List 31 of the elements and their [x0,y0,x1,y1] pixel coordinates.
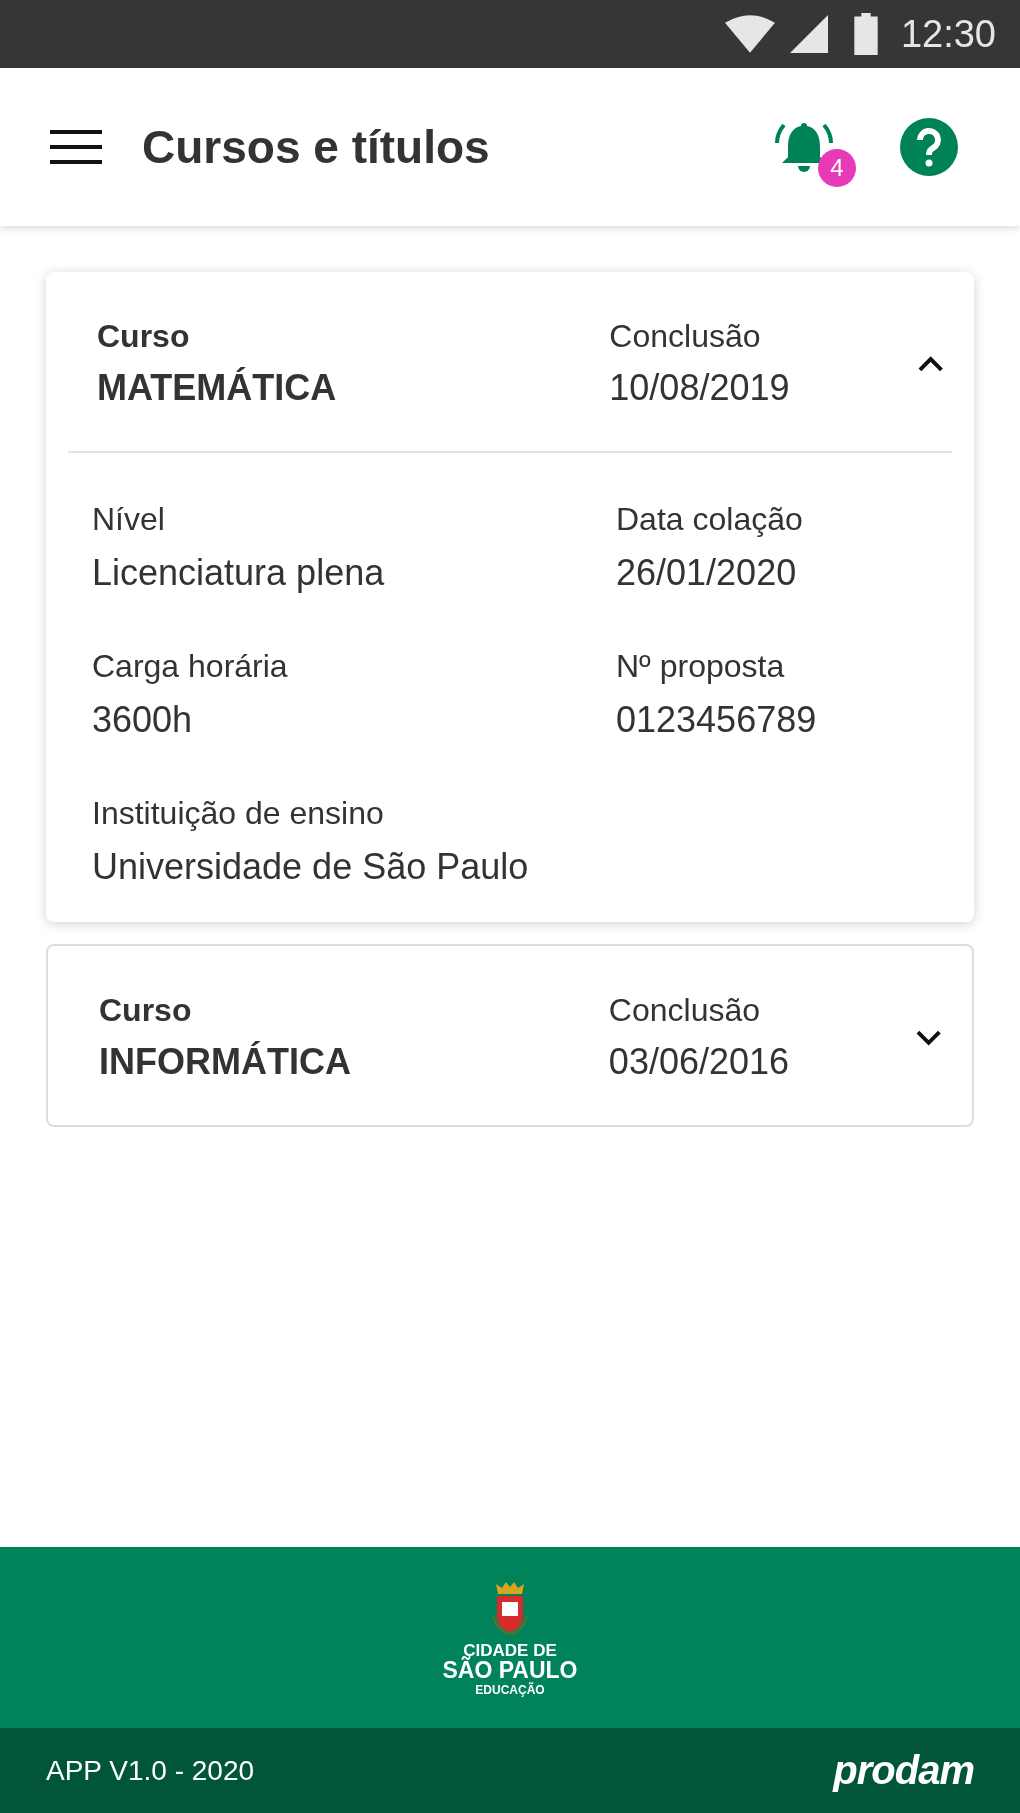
app-version: APP V1.0 - 2020 [46,1754,255,1787]
field-label: Curso [99,992,193,1029]
collapse-chevron-icon[interactable] [916,354,944,373]
field-value: Licenciatura plena [92,552,386,594]
field-value: 3600h [92,699,194,741]
field-label: Nível [92,501,166,538]
field-label: Instituição de ensino [92,795,385,832]
field-label: Carga horária [92,648,289,685]
clock: 12:30 [900,12,996,56]
field-label: Curso [97,318,191,355]
screen-title: Cursos e títulos [142,120,491,174]
logo-text: EDUCAÇÃO [475,1683,545,1696]
menu-icon[interactable] [50,130,102,164]
course-name: MATEMÁTICA [97,367,338,409]
field-label: Conclusão [608,992,762,1029]
notification-badge: 4 [818,149,856,187]
field-value: 26/01/2020 [616,552,798,594]
field-value: 03/06/2016 [608,1041,791,1083]
help-icon[interactable] [900,118,958,176]
field-value: 0123456789 [616,699,818,741]
field-label: Data colação [616,501,804,538]
course-name: INFORMÁTICA [99,1041,352,1083]
wifi-icon [724,15,775,53]
field-value: 10/08/2019 [609,367,791,409]
field-value: Universidade de São Paulo [92,846,530,888]
field-label: Nº proposta [616,648,786,685]
signal-icon [788,15,829,53]
brand-logo: prodam [833,1748,974,1793]
field-label: Conclusão [609,318,762,355]
expand-chevron-icon[interactable] [914,1028,942,1047]
battery-icon [852,13,879,55]
